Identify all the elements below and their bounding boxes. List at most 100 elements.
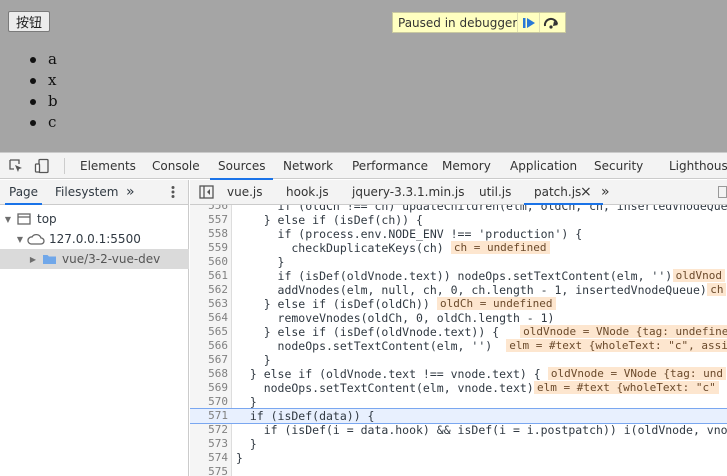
more-tabs-button[interactable]: » xyxy=(126,180,135,204)
list-item: x xyxy=(28,70,58,91)
tree-item-folder[interactable]: ▶ vue/3-2-vue-dev xyxy=(0,249,189,269)
line-number[interactable]: 559 xyxy=(190,241,228,255)
code-text: } xyxy=(236,437,257,451)
line-number[interactable]: 566 xyxy=(190,339,228,353)
tree-item-top[interactable]: ▼ top xyxy=(0,209,189,229)
inline-value: oldCh = undefined xyxy=(436,297,556,310)
code-line[interactable]: 559 checkDuplicateKeys(ch) ch = undefined xyxy=(190,241,727,255)
code-line[interactable]: 564 removeVnodes(oldCh, 0, oldCh.length … xyxy=(190,311,727,325)
line-number[interactable]: 570 xyxy=(190,395,228,409)
code-line[interactable]: 557 } else if (isDef(ch)) { xyxy=(190,213,727,227)
code-line[interactable]: 569 nodeOps.setTextContent(elm, vnode.te… xyxy=(190,381,727,395)
line-number[interactable]: 568 xyxy=(190,367,228,381)
code-text: } else if (isDef(oldVnode.text)) { xyxy=(236,325,500,339)
navigator-tabbar: Page Filesystem » xyxy=(0,180,189,205)
tab-network[interactable]: Network xyxy=(283,153,333,179)
code-text: } else if (isDef(oldCh)) { xyxy=(236,297,444,311)
line-number[interactable]: 572 xyxy=(190,423,228,437)
line-number[interactable]: 560 xyxy=(190,255,228,269)
line-number[interactable]: 565 xyxy=(190,325,228,339)
code-line[interactable]: 558 if (process.env.NODE_ENV !== 'produc… xyxy=(190,227,727,241)
code-line[interactable]: 556 if (oldCh !== ch) updateChildren(elm… xyxy=(190,205,727,213)
folder-icon xyxy=(43,255,56,264)
tab-filesystem[interactable]: Filesystem xyxy=(55,180,118,204)
page-button[interactable]: 按钮 xyxy=(8,11,50,32)
more-editor-tabs-button[interactable]: » xyxy=(601,180,610,204)
code-text: nodeOps.setTextContent(elm, vnode.text) xyxy=(236,381,534,395)
code-line[interactable]: 575 xyxy=(190,465,727,476)
inline-value: elm = #text {wholeText: "c", assi xyxy=(506,339,727,352)
more-menu-icon[interactable] xyxy=(170,185,176,199)
resume-button[interactable] xyxy=(517,13,539,32)
inline-value: ch xyxy=(707,283,727,296)
editor-tab-jquery[interactable]: jquery-3.3.1.min.js xyxy=(352,180,464,204)
tree-item-label: top xyxy=(37,212,57,226)
code-line[interactable]: 563 } else if (isDef(oldCh)) {oldCh = un… xyxy=(190,297,727,311)
code-line[interactable]: 570 } xyxy=(190,395,727,409)
current-execution-line[interactable]: 571 if (isDef(data)) { xyxy=(190,408,727,424)
line-number[interactable]: 558 xyxy=(190,227,228,241)
toggle-debugger-icon[interactable] xyxy=(718,186,727,198)
code-line[interactable]: 573 } xyxy=(190,437,727,451)
code-text: if (isDef(data)) { xyxy=(236,409,375,423)
device-toolbar-icon[interactable] xyxy=(34,158,50,174)
code-text: } xyxy=(236,353,271,367)
tab-performance[interactable]: Performance xyxy=(352,153,428,179)
inspect-element-icon[interactable] xyxy=(8,158,24,174)
editor-tab-vue[interactable]: vue.js xyxy=(227,180,263,204)
line-number[interactable]: 564 xyxy=(190,311,228,325)
tab-memory[interactable]: Memory xyxy=(442,153,491,179)
tab-page[interactable]: Page xyxy=(4,180,43,205)
tab-application[interactable]: Application xyxy=(510,153,577,179)
line-number[interactable]: 556 xyxy=(190,205,228,213)
toolbar-divider xyxy=(64,158,65,174)
code-line[interactable]: 574} xyxy=(190,451,727,465)
tree-item-label: vue/3-2-vue-dev xyxy=(62,252,161,266)
editor-tab-util[interactable]: util.js xyxy=(479,180,511,204)
step-over-button[interactable] xyxy=(539,13,561,32)
code-text: } else if (oldVnode.text !== vnode.text)… xyxy=(236,367,541,381)
tab-lighthouse[interactable]: Lighthouse xyxy=(669,153,727,179)
code-text: addVnodes(elm, null, ch, 0, ch.length - … xyxy=(236,283,707,297)
editor-tab-patch[interactable]: patch.js xyxy=(523,180,604,205)
toggle-navigator-icon[interactable] xyxy=(199,185,214,199)
paused-label: Paused in debugger xyxy=(398,15,518,30)
code-line[interactable]: 568 } else if (oldVnode.text !== vnode.t… xyxy=(190,367,727,381)
tab-elements[interactable]: Elements xyxy=(80,153,136,179)
line-number[interactable]: 567 xyxy=(190,353,228,367)
tab-sources[interactable]: Sources xyxy=(209,153,275,180)
line-number[interactable]: 557 xyxy=(190,213,228,227)
list-item: b xyxy=(28,91,58,112)
line-number[interactable]: 561 xyxy=(190,269,228,283)
tab-console[interactable]: Console xyxy=(152,153,200,179)
inline-value: oldVnode = VNode {tag: und xyxy=(547,367,727,380)
code-line[interactable]: 566 nodeOps.setTextContent(elm, '') elm =… xyxy=(190,339,727,353)
code-line[interactable]: 561 if (isDef(oldVnode.text)) nodeOps.se… xyxy=(190,269,727,283)
cloud-icon xyxy=(27,233,45,245)
line-number[interactable]: 573 xyxy=(190,437,228,451)
line-number[interactable]: 574 xyxy=(190,451,228,465)
tab-security[interactable]: Security xyxy=(594,153,643,179)
resume-icon xyxy=(522,17,535,28)
line-number[interactable]: 563 xyxy=(190,297,228,311)
code-line[interactable]: 562 addVnodes(elm, null, ch, 0, ch.lengt… xyxy=(190,283,727,297)
expanded-triangle-icon: ▼ xyxy=(4,214,12,224)
line-number[interactable]: 562 xyxy=(190,283,228,297)
editor-tab-hook[interactable]: hook.js xyxy=(286,180,329,204)
code-line[interactable]: 560 } xyxy=(190,255,727,269)
line-number[interactable]: 569 xyxy=(190,381,228,395)
code-text: } xyxy=(236,395,257,409)
code-line[interactable]: 565 } else if (isDef(oldVnode.text)) {ol… xyxy=(190,325,727,339)
code-text: nodeOps.setTextContent(elm, '') xyxy=(236,339,493,353)
tree-item-host[interactable]: ▼ 127.0.0.1:5500 xyxy=(0,229,189,249)
code-text: } else if (isDef(ch)) { xyxy=(236,213,423,227)
code-line[interactable]: 567 } xyxy=(190,353,727,367)
expanded-triangle-icon: ▼ xyxy=(16,234,24,244)
devtools-tabbar: Elements Console Sources Network Perform… xyxy=(0,152,727,180)
line-number[interactable]: 571 xyxy=(190,409,228,423)
code-line[interactable]: 572 if (isDef(i = data.hook) && isDef(i … xyxy=(190,423,727,437)
close-tab-button[interactable]: × xyxy=(580,180,592,204)
line-number[interactable]: 575 xyxy=(190,465,228,476)
collapsed-triangle-icon: ▶ xyxy=(29,254,37,264)
code-editor[interactable]: 556 if (oldCh !== ch) updateChildren(elm… xyxy=(190,205,727,476)
